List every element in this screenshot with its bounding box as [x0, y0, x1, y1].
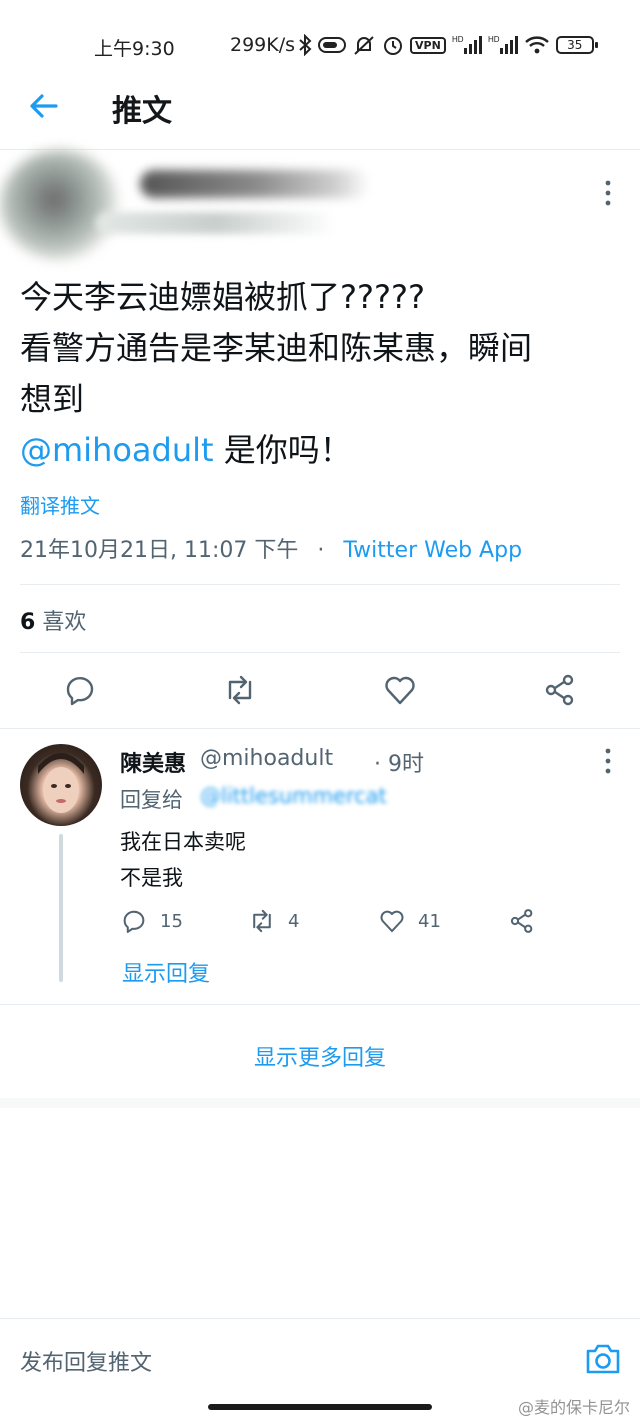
svg-text:HD: HD	[452, 35, 464, 44]
status-icons: VPN HD HD 35	[298, 32, 598, 58]
author-name-blurred[interactable]	[140, 170, 370, 198]
tweet-timestamp: 21年10月21日, 11:07 下午 · Twitter Web App	[20, 532, 522, 564]
reply-icon	[123, 910, 145, 933]
reply-time: · 9时	[374, 752, 424, 777]
tweet-line: 今天李云迪嫖娼被抓了?????	[20, 278, 425, 316]
reply-compose-input[interactable]: 发布回复推文	[20, 1345, 152, 1377]
status-net-speed: 299K/s	[230, 34, 296, 56]
timestamp-text: 21年10月21日, 11:07 下午	[20, 538, 299, 563]
reply-author-handle[interactable]: @mihoadult	[200, 746, 333, 771]
reply-text-line: 我在日本卖呢	[120, 830, 246, 854]
reply-count: 15	[160, 910, 183, 932]
vpn-icon: VPN	[410, 36, 446, 54]
show-more-replies-section: 显示更多回复	[0, 1010, 640, 1108]
like-heart-icon	[380, 910, 404, 933]
share-icon[interactable]	[542, 672, 578, 708]
tweet-author[interactable]	[0, 140, 640, 260]
status-time: 上午9:30	[94, 38, 175, 60]
reply-text-line: 不是我	[120, 866, 183, 890]
wifi-icon	[524, 36, 549, 54]
svg-text:HD: HD	[488, 35, 500, 44]
mention-link[interactable]: @mihoadult	[20, 431, 214, 469]
alarm-icon	[384, 37, 402, 55]
author-handle-blurred[interactable]	[96, 212, 336, 234]
retweet-count: 4	[288, 910, 300, 932]
toggle-icon	[318, 37, 346, 53]
reply-avatar[interactable]	[20, 744, 102, 826]
retweet-icon[interactable]	[222, 672, 258, 708]
author-avatar-blurred[interactable]	[0, 150, 120, 260]
reply-retweet-action[interactable]: 4	[248, 906, 299, 936]
home-indicator[interactable]	[208, 1404, 432, 1410]
reply-icon[interactable]	[62, 672, 98, 708]
reply-share-action[interactable]	[508, 906, 536, 936]
bluetooth-icon	[299, 34, 312, 56]
tweet-line: 看警方通告是李某迪和陈某惠，瞬间	[20, 329, 533, 367]
show-more-replies-button[interactable]: 显示更多回复	[0, 1040, 640, 1072]
mute-bell-icon	[354, 36, 374, 55]
divider	[20, 584, 620, 585]
battery-icon: 35	[555, 36, 598, 54]
tweet-action-bar	[0, 668, 640, 714]
reply-like-action[interactable]: 41	[378, 906, 441, 936]
tweet-line: @mihoadult 是你吗！	[20, 425, 620, 476]
watermark-text: @麦的保卡尼尔	[517, 1398, 630, 1417]
replying-to-handle[interactable]: @littlesummercat	[200, 784, 387, 808]
translate-tweet-link[interactable]: 翻译推文	[20, 490, 100, 519]
tweet-line: 想到	[20, 380, 85, 418]
replying-to-label: 回复给	[120, 788, 183, 812]
share-icon	[510, 909, 533, 933]
compose-reply-bar: 发布回复推文	[0, 1318, 640, 1398]
like-count: 41	[418, 910, 441, 932]
divider	[20, 652, 620, 653]
reply-tweet[interactable]: 陳美惠 @mihoadult · 9时 回复给 @littlesummercat…	[0, 730, 640, 1006]
like-heart-icon[interactable]	[382, 672, 418, 708]
top-app-bar: 推文	[0, 60, 640, 150]
reply-reply-action[interactable]: 15	[120, 906, 183, 936]
signal-icon: HD	[452, 35, 482, 54]
likes-count: 6	[20, 610, 36, 635]
source-app-link[interactable]: Twitter Web App	[343, 538, 522, 563]
reply-author-name[interactable]: 陳美惠	[120, 746, 186, 778]
likes-label: 喜欢	[42, 610, 87, 635]
page-title: 推文	[112, 94, 172, 129]
more-options-icon[interactable]	[602, 746, 614, 776]
camera-icon[interactable]	[584, 1341, 622, 1377]
divider	[0, 728, 640, 729]
show-replies-link[interactable]: 显示回复	[122, 956, 210, 988]
tweet-text: 今天李云迪嫖娼被抓了????? 看警方通告是李某迪和陈某惠，瞬间 想到 @mih…	[20, 272, 620, 476]
reply-avatar-face	[38, 753, 84, 813]
timestamp-separator: ·	[317, 538, 325, 563]
more-options-icon[interactable]	[602, 178, 614, 208]
likes-stat[interactable]: 6 喜欢	[20, 604, 86, 636]
signal-icon: HD	[488, 35, 518, 54]
retweet-icon	[253, 909, 271, 933]
thread-continue-dots	[59, 959, 63, 977]
divider	[0, 1004, 640, 1005]
tweet-line-suffix: 是你吗！	[213, 431, 352, 469]
back-arrow-icon[interactable]	[26, 88, 62, 124]
